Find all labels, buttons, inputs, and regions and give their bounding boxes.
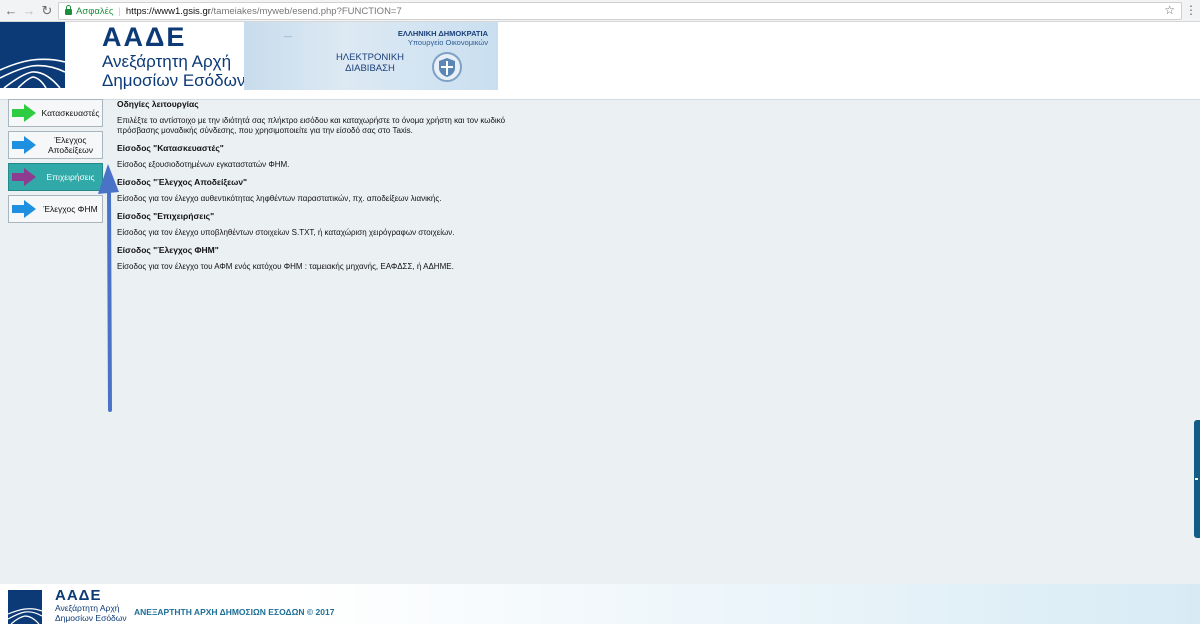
gov-title: ΕΛΛΗΝΙΚΗ ΔΗΜΟΚΡΑΤΙΑ <box>397 29 488 38</box>
footer-subtitle-line2: Δημοσίων Εσόδων <box>55 613 127 623</box>
sidebar-item-label-line1: Επιχειρήσεις <box>46 172 95 182</box>
section-text-manufacturers: Είσοδος εξουσιοδοτημένων εγκαταστατών ΦΗ… <box>117 160 290 169</box>
sidebar-item-label-line1: Έλεγχος ΦΗΜ <box>43 204 98 214</box>
sidebar-item-label: Έλεγχος Αποδείξεων <box>39 135 102 155</box>
section-title-receipt-check: Είσοδος "Έλεγχος Αποδείξεων" <box>117 177 248 187</box>
browser-toolbar: ← → ↻ Ασφαλές | https://www1.gsis.gr/tam… <box>0 0 1200 22</box>
lock-icon <box>65 5 72 15</box>
gov-banner: — ΕΛΛΗΝΙΚΗ ΔΗΜΟΚΡΑΤΙΑ Υπουργείο Οικονομι… <box>244 22 498 90</box>
banner-mark: — <box>284 32 292 41</box>
sidebar-item-label: Επιχειρήσεις <box>39 172 102 182</box>
instructions-panel: Οδηγίες λειτουργίας Επιλέξτε το αντίστοι… <box>117 99 517 279</box>
section-text-receipt-check: Είσοδος για τον έλεγχο αυθεντικότητας λη… <box>117 194 442 203</box>
arrow-right-icon <box>9 164 39 190</box>
eservice-line1: ΗΛΕΚΤΡΟΝΙΚΗ <box>335 52 405 63</box>
site-header: ΑΑΔΕ Ανεξάρτητη Αρχή Δημοσίων Εσόδων — Ε… <box>0 22 1200 100</box>
sidebar-item-businesses[interactable]: Επιχειρήσεις <box>8 163 103 191</box>
forward-icon[interactable]: → <box>20 2 38 20</box>
browser-menu-icon[interactable]: ⋮ <box>1185 3 1197 17</box>
sidebar-item-label-line1: Έλεγχος <box>54 135 87 145</box>
arrow-right-icon <box>9 196 39 222</box>
omnibox-separator: | <box>118 5 121 17</box>
back-icon[interactable]: ← <box>2 2 20 20</box>
address-bar[interactable]: Ασφαλές | https://www1.gsis.gr/tameiakes… <box>58 2 1182 20</box>
aade-logo-icon[interactable] <box>0 22 65 88</box>
arrow-right-icon <box>9 100 39 126</box>
sidebar: Κατασκευαστές Έλεγχος Αποδείξεων Επιχειρ… <box>8 99 103 227</box>
gov-subtitle: Υπουργείο Οικονομικών <box>407 38 488 47</box>
reload-icon[interactable]: ↻ <box>38 2 56 20</box>
footer-logo-title: ΑΑΔΕ <box>55 587 102 604</box>
footer-subtitle-line1: Ανεξάρτητη Αρχή <box>55 603 120 613</box>
url-host: https://www1.gsis.gr <box>125 5 211 17</box>
site-footer: ΑΑΔΕ Ανεξάρτητη Αρχή Δημοσίων Εσόδων ΑΝΕ… <box>0 584 1200 624</box>
logo-subtitle-line2: Δημοσίων Εσόδων <box>102 71 246 90</box>
section-title-manufacturers: Είσοδος "Κατασκευαστές" <box>117 143 224 153</box>
greek-emblem-icon <box>432 52 462 82</box>
section-title-fiscal-device-check: Είσοδος "Έλεγχος ΦΗΜ" <box>117 245 219 255</box>
section-title-businesses: Είσοδος "Επιχειρήσεις" <box>117 211 215 221</box>
side-feedback-tab[interactable] <box>1194 420 1200 538</box>
logo-subtitle-line1: Ανεξάρτητη Αρχή <box>102 52 232 71</box>
sidebar-item-label: Κατασκευαστές <box>39 108 102 118</box>
eservice-label: ΗΛΕΚΤΡΟΝΙΚΗ ΔΙΑΒΙΒΑΣΗ <box>334 52 406 74</box>
secure-label: Ασφαλές <box>76 5 114 17</box>
url-path: /tameiakes/myweb/esend.php?FUNCTION=7 <box>210 5 402 17</box>
bookmark-star-icon[interactable]: ☆ <box>1164 3 1175 17</box>
sidebar-item-manufacturers[interactable]: Κατασκευαστές <box>8 99 103 127</box>
instructions-heading: Οδηγίες λειτουργίας <box>117 99 199 109</box>
sidebar-item-fiscal-device-check[interactable]: Έλεγχος ΦΗΜ <box>8 195 103 223</box>
sidebar-item-label-line2: Αποδείξεων <box>47 145 94 155</box>
section-text-businesses: Είσοδος για τον έλεγχο υποβληθέντων στοι… <box>117 228 455 237</box>
sidebar-item-label-line1: Κατασκευαστές <box>41 108 100 118</box>
footer-copyright: ΑΝΕΞΑΡΤΗΤΗ ΑΡΧΗ ΔΗΜΟΣΙΩΝ ΕΣΟΔΩΝ © 2017 <box>134 607 335 617</box>
eservice-line2: ΔΙΑΒΙΒΑΣΗ <box>345 63 395 74</box>
sidebar-item-label: Έλεγχος ΦΗΜ <box>39 204 102 214</box>
sidebar-item-receipt-check[interactable]: Έλεγχος Αποδείξεων <box>8 131 103 159</box>
instructions-intro: Επιλέξτε το αντίστοιχο με την ιδιότητά σ… <box>117 116 506 135</box>
site-logo-text: ΑΑΔΕ Ανεξάρτητη Αρχή Δημοσίων Εσόδων <box>102 22 245 90</box>
footer-logo-subtitle: Ανεξάρτητη Αρχή Δημοσίων Εσόδων <box>55 603 127 623</box>
arrow-right-icon <box>9 132 39 158</box>
section-text-fiscal-device-check: Είσοδος για τον έλεγχο του ΑΦΜ ενός κατό… <box>117 262 454 271</box>
footer-logo-icon <box>8 590 42 624</box>
logo-title: ΑΑΔΕ <box>102 22 187 52</box>
